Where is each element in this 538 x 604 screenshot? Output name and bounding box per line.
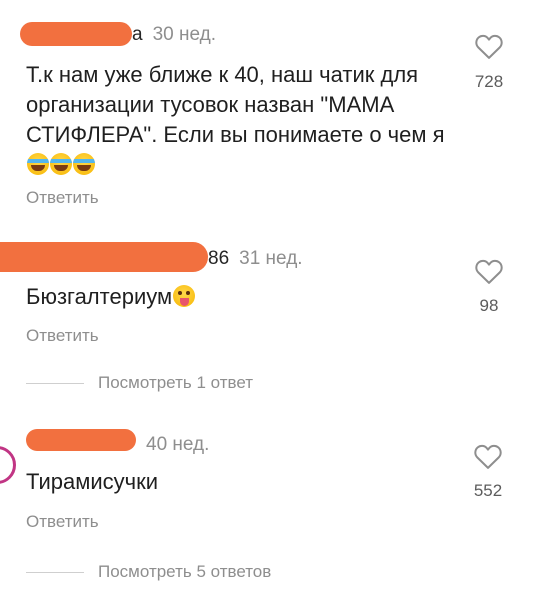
comment-3: 40 нед. Тирамисучки Ответить 552 Посмотр… xyxy=(0,0,538,604)
view-replies-label[interactable]: Посмотреть 5 ответов xyxy=(98,562,271,582)
comment-header: 40 нед. xyxy=(136,434,209,456)
comment-body: Тирамисучки xyxy=(26,469,159,494)
username-redaction xyxy=(26,429,136,451)
reply-button[interactable]: Ответить xyxy=(26,512,99,532)
avatar[interactable] xyxy=(0,446,16,484)
view-replies-line xyxy=(26,571,84,573)
heart-outline-icon[interactable] xyxy=(473,442,503,470)
timestamp: 40 нед. xyxy=(146,434,210,455)
view-replies[interactable]: Посмотреть 5 ответов xyxy=(26,562,271,582)
like-count: 552 xyxy=(473,481,503,500)
comment-text: Тирамисучки xyxy=(26,467,446,497)
